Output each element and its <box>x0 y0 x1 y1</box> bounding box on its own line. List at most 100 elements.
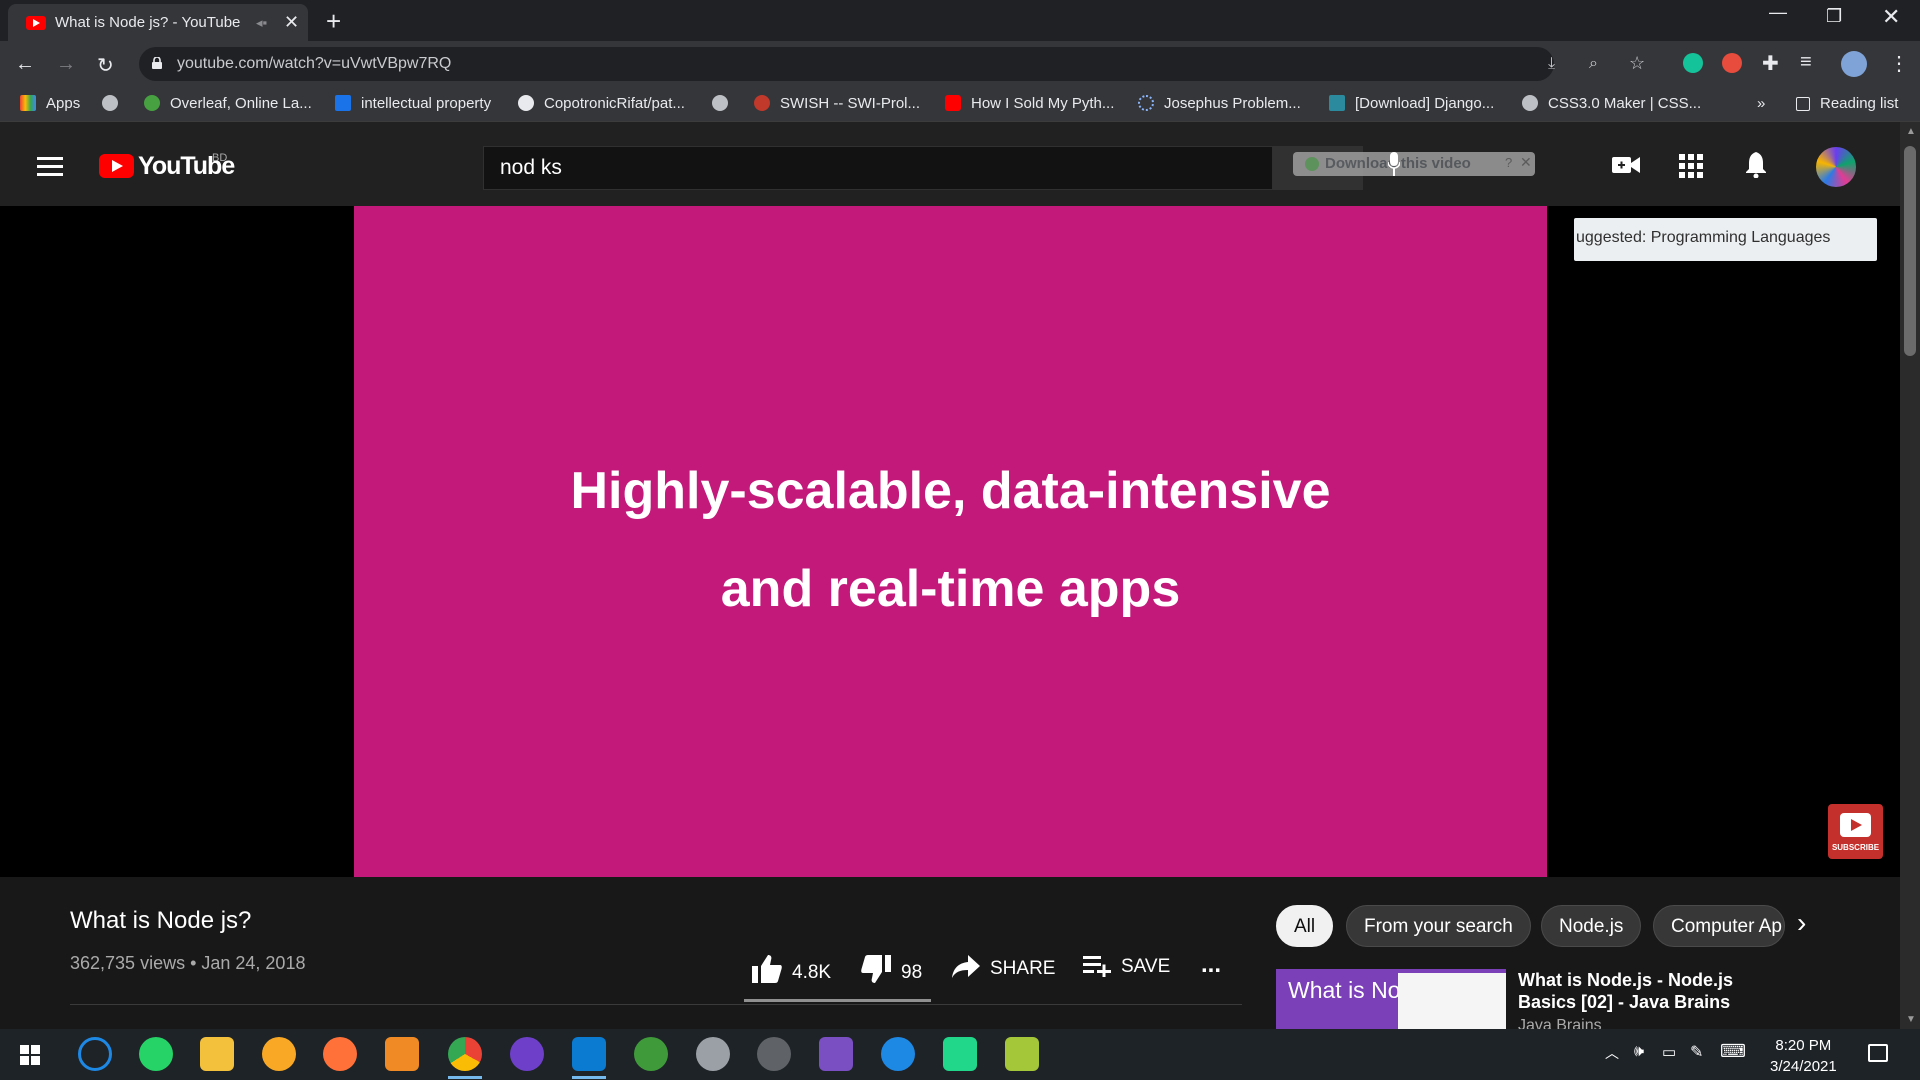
messenger-icon[interactable] <box>881 1037 915 1071</box>
vscode-icon[interactable] <box>572 1037 606 1079</box>
media-queue-icon[interactable]: ≡ <box>1800 51 1812 74</box>
github-desktop-icon[interactable] <box>510 1037 544 1071</box>
tray-chevron-icon[interactable]: ︿ <box>1605 1043 1619 1063</box>
grammarly-icon[interactable] <box>1683 53 1703 73</box>
avatar[interactable] <box>1813 144 1859 190</box>
keyboard-icon[interactable]: ⌨ <box>1720 1041 1746 1062</box>
s-icon <box>335 95 351 111</box>
create-video-icon[interactable] <box>1612 154 1640 176</box>
scroll-up-icon[interactable]: ▲ <box>1906 126 1916 137</box>
browser-toolbar: ← → ↻ youtube.com/watch?v=uVwtVBpw7RQ ⤓ … <box>0 41 1920 87</box>
notification-center-icon[interactable] <box>1868 1044 1888 1062</box>
apps-grid-icon[interactable] <box>1679 154 1703 178</box>
app-icon[interactable] <box>385 1037 419 1071</box>
tab-close-icon[interactable]: ✕ <box>284 12 299 33</box>
thumbs-up-icon <box>752 955 782 983</box>
puzzle-extensions-icon[interactable]: ✚ <box>1762 51 1779 76</box>
search-icon[interactable] <box>78 1037 112 1071</box>
volume-icon[interactable]: 🕪 <box>1634 1043 1644 1061</box>
app-icon[interactable] <box>696 1037 730 1071</box>
dislike-button[interactable]: 98 <box>861 955 922 984</box>
whatsapp-icon[interactable] <box>139 1037 173 1071</box>
like-button[interactable]: 4.8K <box>752 955 831 984</box>
youtube-logo-icon[interactable] <box>99 154 134 178</box>
visual-studio-icon[interactable] <box>819 1037 853 1071</box>
firefox-icon[interactable] <box>323 1037 357 1071</box>
network-icon[interactable]: ▭ <box>1662 1043 1676 1061</box>
scroll-down-icon[interactable]: ▼ <box>1906 1014 1916 1025</box>
video-frame[interactable]: Highly-scalable, data-intensive and real… <box>354 206 1547 877</box>
extension-icon[interactable] <box>1722 53 1742 73</box>
browser-tab-strip: What is Node js? - YouTube ◂▪ ✕ + — ❐ ✕ <box>0 0 1920 41</box>
zoom-icon[interactable]: ⌕ <box>1589 55 1598 73</box>
chip-nodejs[interactable]: Node.js <box>1541 905 1642 947</box>
address-bar[interactable]: youtube.com/watch?v=uVwtVBpw7RQ ⤓ ⌕ ☆ <box>139 47 1645 81</box>
microphone-icon[interactable] <box>1388 152 1400 176</box>
globe-icon[interactable] <box>102 95 128 112</box>
url-text[interactable]: youtube.com/watch?v=uVwtVBpw7RQ <box>177 55 451 73</box>
windows-taskbar: ︿ 🕪 ▭ ✎ ⌨ 8:20 PM 3/24/2021 <box>0 1029 1920 1080</box>
download-video-banner[interactable]: Download this video ? ✕ <box>1293 152 1535 176</box>
back-icon[interactable]: ← <box>15 53 35 76</box>
app-icon[interactable] <box>262 1037 296 1071</box>
suggested-card-teaser[interactable]: uggested: Programming Languages <box>1574 218 1877 261</box>
hamburger-menu-icon[interactable] <box>37 157 63 181</box>
bookmark-youtube[interactable]: How I Sold My Pyth... <box>945 95 1114 112</box>
chevron-right-icon[interactable]: › <box>1797 907 1806 939</box>
related-video-title[interactable]: What is Node.js - Node.js Basics [02] - … <box>1518 969 1778 1013</box>
scrollbar-thumb[interactable] <box>1904 146 1916 356</box>
pycharm-icon[interactable] <box>943 1037 977 1071</box>
notifications-bell-icon[interactable] <box>1745 152 1767 178</box>
download-close-icon[interactable]: ✕ <box>1520 154 1532 171</box>
chrome-icon[interactable] <box>448 1037 482 1079</box>
loading-icon <box>1138 95 1154 111</box>
window-close-icon[interactable]: ✕ <box>1882 4 1900 30</box>
thumbs-down-icon <box>861 955 891 983</box>
subscribe-watermark[interactable]: SUBSCRIBE <box>1828 804 1883 859</box>
download-help-icon[interactable]: ? <box>1505 155 1512 170</box>
profile-avatar[interactable] <box>1841 51 1867 77</box>
chip-all[interactable]: All <box>1276 905 1334 947</box>
more-actions-button[interactable]: ... <box>1201 951 1221 979</box>
forward-icon[interactable]: → <box>56 53 76 76</box>
reading-list-button[interactable]: Reading list <box>1796 95 1898 112</box>
globe-icon <box>712 95 728 111</box>
browser-tab[interactable]: What is Node js? - YouTube ◂▪ ✕ <box>8 4 308 41</box>
download-play-icon <box>1305 157 1319 171</box>
globe-icon[interactable] <box>712 95 738 112</box>
app-icon[interactable] <box>634 1037 668 1071</box>
bookmark-apps[interactable]: Apps <box>20 95 80 112</box>
install-icon[interactable]: ⤓ <box>1548 55 1555 73</box>
new-tab-button[interactable]: + <box>326 6 341 37</box>
pen-icon[interactable]: ✎ <box>1690 1042 1703 1062</box>
system-clock[interactable]: 8:20 PM 3/24/2021 <box>1770 1035 1837 1077</box>
related-video-thumbnail[interactable]: What is Node.js? <box>1276 969 1506 1031</box>
share-button[interactable]: SHARE <box>952 955 1055 980</box>
reload-icon[interactable]: ↻ <box>97 53 114 78</box>
speaker-icon[interactable]: ◂▪ <box>256 15 267 31</box>
restore-icon[interactable]: ❐ <box>1826 6 1842 27</box>
country-code: BD <box>212 152 228 164</box>
windows-start-icon[interactable] <box>20 1045 40 1065</box>
bookmark-josephus[interactable]: Josephus Problem... <box>1138 95 1301 112</box>
search-input[interactable] <box>500 156 1200 180</box>
bookmark-css3-maker[interactable]: CSS3.0 Maker | CSS... <box>1522 95 1701 112</box>
bookmark-intellectual-property[interactable]: intellectual property <box>335 95 491 112</box>
menu-kebab-icon[interactable]: ⋮ <box>1889 51 1909 76</box>
file-explorer-icon[interactable] <box>200 1037 234 1071</box>
bookmark-swish[interactable]: SWISH -- SWI-Prol... <box>754 95 920 112</box>
share-arrow-icon <box>952 955 980 978</box>
minimize-icon[interactable]: — <box>1769 2 1787 23</box>
bookmarks-overflow-button[interactable]: » <box>1757 95 1765 112</box>
bookmark-overleaf[interactable]: Overleaf, Online La... <box>144 95 312 112</box>
app-icon[interactable] <box>757 1037 791 1071</box>
bookmark-github[interactable]: CopotronicRifat/pat... <box>518 95 685 112</box>
bookmark-star-icon[interactable]: ☆ <box>1629 53 1645 74</box>
bookmark-django[interactable]: [Download] Django... <box>1329 95 1494 112</box>
chip-computer-applications[interactable]: Computer Ap <box>1653 905 1785 947</box>
save-button[interactable]: SAVE <box>1083 955 1170 978</box>
page-scrollbar[interactable]: ▲ ▼ <box>1900 122 1920 1029</box>
chip-from-your-search[interactable]: From your search <box>1346 905 1531 947</box>
search-box[interactable] <box>483 146 1273 190</box>
app-icon[interactable] <box>1005 1037 1039 1071</box>
